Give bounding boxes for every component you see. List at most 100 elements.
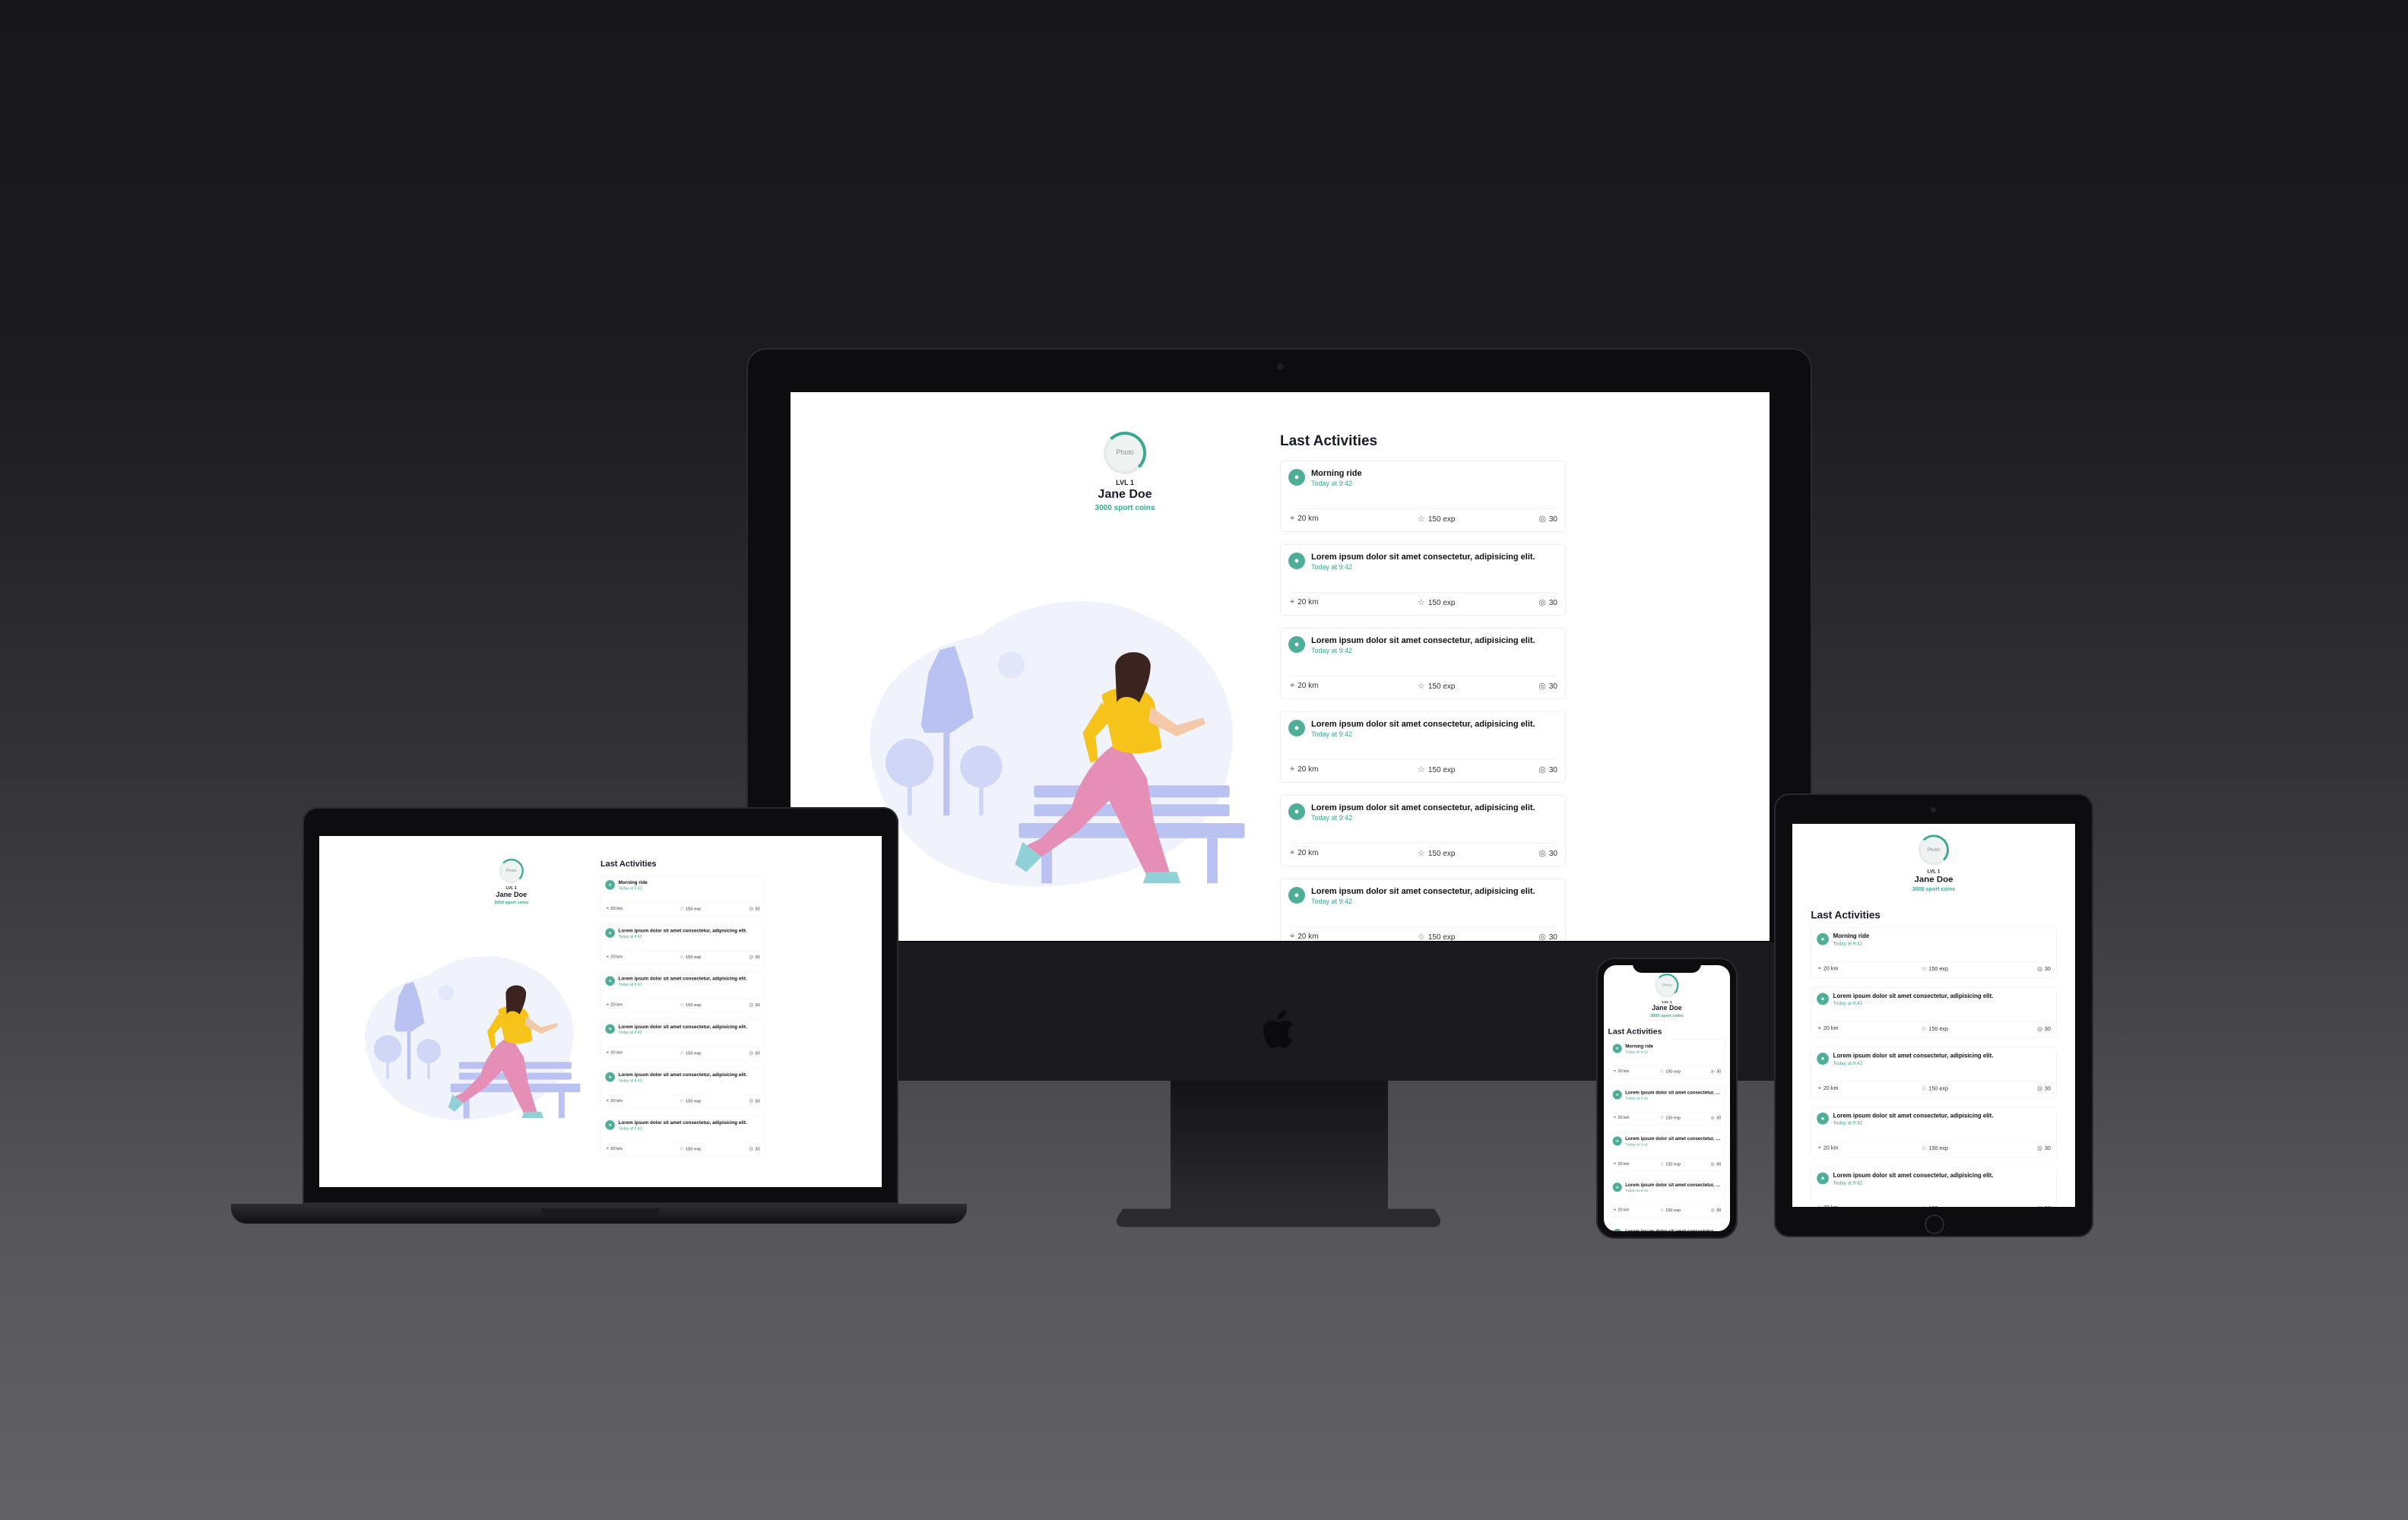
level-label: LVL 1: [505, 885, 517, 891]
activity-card[interactable]: ● Lorem ipsum dolor sit amet consectetur…: [1608, 1085, 1726, 1126]
coin-icon: ◎: [749, 906, 753, 912]
activity-title: Lorem ipsum dolor sit amet consectetur, …: [1625, 1229, 1722, 1231]
bike-icon: ●: [605, 976, 615, 986]
activity-exp: ☆150 exp: [1659, 1069, 1681, 1075]
location-pin-icon: ⌖: [606, 905, 610, 911]
activity-stats: ⌖20 km ☆150 exp ◎30: [1290, 592, 1557, 610]
activity-coins: ◎30: [1538, 682, 1557, 691]
activity-card[interactable]: ● Lorem ipsum dolor sit amet consectetur…: [1280, 795, 1566, 866]
activity-time: Today at 9:42: [1833, 1000, 1863, 1006]
activities-title: Last Activities: [1608, 1027, 1662, 1037]
activity-distance: ⌖20 km: [1613, 1114, 1630, 1120]
activity-title: Morning ride: [1311, 469, 1362, 478]
avatar[interactable]: Photo: [499, 858, 524, 884]
activity-exp: ☆150 exp: [1418, 598, 1456, 607]
activities-list: ● Morning ride Today at 9:42 ⌖ 20 km ☆ 150…: [1811, 926, 2057, 1207]
activity-exp: ☆150 exp: [679, 1146, 702, 1152]
profile-panel: Photo LVL 1 Jane Doe 3000 sport coins: [1625, 974, 1709, 1021]
avatar-photo-label: Photo: [1116, 448, 1134, 456]
activity-card[interactable]: ● Lorem ipsum dolor sit amet consectetur…: [1811, 1047, 2057, 1098]
activity-exp: ☆150 exp: [679, 1050, 702, 1056]
star-icon: ☆: [1418, 765, 1425, 774]
activity-card[interactable]: ● Lorem ipsum dolor sit amet consectetur…: [600, 1115, 765, 1157]
walk-icon: ●: [1817, 1112, 1829, 1125]
tablet-screen: Photo LVL 1 Jane Doe 3000 sport coins Last A…: [1792, 824, 2075, 1207]
run-icon: ●: [605, 928, 615, 938]
activity-title: Lorem ipsum dolor sit amet consectetur, …: [1833, 1172, 1994, 1180]
star-icon: ☆: [679, 906, 684, 912]
activities-list: ● Morning ride Today at 9:42 ⌖ 20 km ☆ 150…: [1608, 1039, 1726, 1231]
activity-card[interactable]: ● Lorem ipsum dolor sit amet consectetur…: [1811, 1107, 2057, 1158]
activity-exp: ☆150 exp: [1921, 965, 1948, 973]
home-button[interactable]: [1925, 1214, 1944, 1234]
walk-icon: ●: [1612, 1183, 1622, 1192]
activity-card[interactable]: ● Morning ride Today at 9:42 ⌖ 20 km ☆ 150…: [1608, 1039, 1726, 1079]
activity-distance: ⌖20 km: [1817, 1085, 1839, 1091]
star-icon: ☆: [1418, 682, 1425, 691]
activity-coins: ◎30: [749, 1098, 760, 1104]
activity-card[interactable]: ● Lorem ipsum dolor sit amet consectetur…: [600, 1067, 765, 1109]
activity-title: Morning ride: [1833, 933, 1870, 940]
activity-card[interactable]: ● Lorem ipsum dolor sit amet consectetur…: [1811, 986, 2057, 1038]
profile-name: Jane Doe: [1098, 488, 1152, 501]
activity-card[interactable]: ● Lorem ipsum dolor sit amet consectetur…: [1608, 1224, 1726, 1231]
activity-time: Today at 9:42: [1625, 1050, 1649, 1054]
activity-title: Lorem ipsum dolor sit amet consectetur, …: [1311, 803, 1535, 812]
activity-card[interactable]: ● Lorem ipsum dolor sit amet consectetur…: [600, 923, 765, 964]
activity-distance: ⌖20 km: [606, 954, 623, 960]
star-icon: ☆: [1659, 1208, 1665, 1213]
profile-panel: Photo LVL 1 Jane Doe 3000 sport coins: [1049, 432, 1201, 518]
walk-icon: ●: [605, 1119, 615, 1130]
location-pin-icon: ⌖: [606, 1145, 610, 1151]
star-icon: ☆: [679, 954, 684, 960]
level-label: LVL 1: [1116, 479, 1134, 486]
activity-exp: ☆150 exp: [1418, 933, 1456, 941]
activity-stats: ⌖20 km ☆150 exp ◎30: [606, 902, 760, 913]
activity-time: Today at 9:42: [1833, 1180, 1863, 1186]
location-pin-icon: ⌖: [1290, 932, 1295, 941]
star-icon: ☆: [1921, 1085, 1927, 1092]
activity-distance: ⌖20 km: [1818, 1205, 1839, 1207]
location-pin-icon: ⌖: [1290, 514, 1295, 523]
avatar[interactable]: Photo: [1918, 834, 1950, 866]
activity-card[interactable]: ● Lorem ipsum dolor sit amet consectetur…: [600, 1019, 765, 1061]
location-pin-icon: ⌖: [1613, 1161, 1617, 1167]
activity-time: Today at 9:42: [618, 982, 642, 987]
avatar[interactable]: Photo: [1104, 432, 1146, 474]
activity-title: Lorem ipsum dolor sit amet consectetur, …: [1833, 1053, 1994, 1059]
activity-time: Today at 9:42: [1311, 647, 1353, 654]
activity-time: Today at 9:42: [618, 886, 642, 891]
activities-title: Last Activities: [1811, 910, 1880, 922]
activity-card[interactable]: ● Morning ride Today at 9:42 ⌖ 20 km ☆ 150…: [1811, 926, 2057, 979]
app-view: Photo LVL 1 Jane Doe 3000 sport coins Last A…: [1792, 824, 2075, 1207]
activity-card[interactable]: ● Lorem ipsum dolor sit amet consectetur…: [1280, 544, 1566, 616]
activity-card[interactable]: ● Lorem ipsum dolor sit amet consectetur…: [1280, 628, 1566, 699]
coin-icon: ◎: [1538, 598, 1546, 607]
activity-card[interactable]: ● Morning ride Today at 9:42 ⌖ 20 km ☆ 150…: [1280, 461, 1566, 532]
sport-coins: 3000 sport coins: [1095, 504, 1155, 512]
activity-card[interactable]: ● Morning ride Today at 9:42 ⌖ 20 km ☆ 150…: [600, 875, 765, 917]
coin-icon: ◎: [2037, 1145, 2042, 1152]
walk-icon: ●: [1288, 720, 1305, 736]
star-icon: ☆: [679, 1002, 684, 1008]
activity-time: Today at 9:42: [1625, 1142, 1649, 1147]
activity-card[interactable]: ● Lorem ipsum dolor sit amet consectetur…: [600, 971, 765, 1013]
coin-icon: ◎: [1538, 849, 1546, 858]
activity-title: Lorem ipsum dolor sit amet consectetur, …: [618, 928, 747, 934]
activity-title: Lorem ipsum dolor sit amet consectetur, …: [1311, 553, 1535, 562]
activity-stats: ⌖20 km ☆150 exp ◎30: [606, 1142, 760, 1153]
activity-card[interactable]: ● Lorem ipsum dolor sit amet consectetur…: [1280, 879, 1566, 941]
sport-coins: 3000 sport coins: [494, 900, 529, 905]
activity-card[interactable]: ● Lorem ipsum dolor sit amet consectetur…: [1608, 1177, 1726, 1218]
activity-card[interactable]: ● Lorem ipsum dolor sit amet consectetur…: [1280, 711, 1566, 783]
activity-time: Today at 9:42: [1833, 940, 1863, 946]
activity-stats: ⌖20 km ☆150 exp ◎30: [1290, 926, 1557, 941]
activity-card[interactable]: ● Lorem ipsum dolor sit amet consectetur…: [1811, 1166, 2057, 1207]
activity-title: Lorem ipsum dolor sit amet consectetur, …: [1311, 887, 1535, 896]
activity-time: Today at 9:42: [1311, 563, 1353, 571]
activity-card[interactable]: ● Lorem ipsum dolor sit amet consectetur…: [1608, 1132, 1726, 1172]
location-pin-icon: ⌖: [1613, 1207, 1617, 1213]
activity-coins: ◎30: [749, 1050, 760, 1056]
avatar[interactable]: Photo: [1655, 974, 1679, 998]
level-label: LVL 1: [1662, 999, 1672, 1004]
